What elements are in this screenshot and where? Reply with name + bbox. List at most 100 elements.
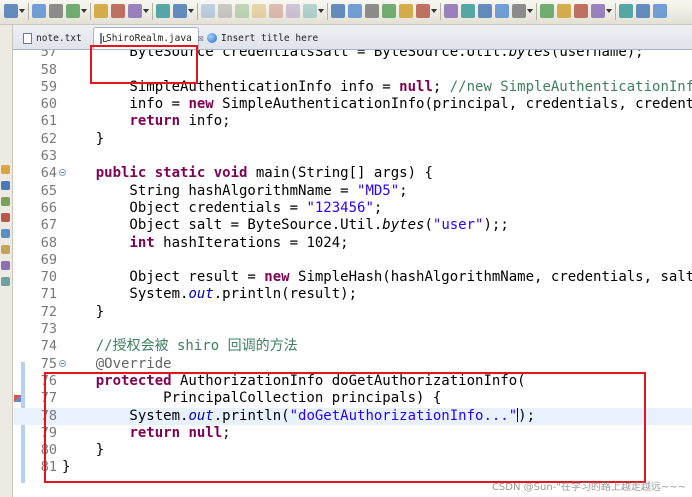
suspend-icon[interactable] bbox=[235, 4, 249, 18]
next-annotation-icon[interactable] bbox=[653, 4, 667, 18]
search-view-icon[interactable] bbox=[1, 261, 10, 270]
code-token: } bbox=[62, 130, 105, 147]
save-icon[interactable] bbox=[32, 4, 46, 18]
code-line[interactable]: 72 } bbox=[13, 304, 692, 321]
dropdown-arrow-icon[interactable] bbox=[143, 9, 149, 13]
dropdown-arrow-icon[interactable] bbox=[527, 9, 533, 13]
code-line[interactable]: 73 bbox=[13, 321, 692, 338]
terminate-icon[interactable] bbox=[252, 4, 266, 18]
redo-icon[interactable] bbox=[173, 4, 187, 18]
dropdown-arrow-icon[interactable] bbox=[188, 9, 194, 13]
code-line[interactable]: 64 public static void main(String[] args… bbox=[13, 165, 692, 182]
dropdown-arrow-icon[interactable] bbox=[19, 9, 25, 13]
code-line[interactable]: 67 Object salt = ByteSource.Util.bytes("… bbox=[13, 217, 692, 234]
line-number: 73 bbox=[40, 321, 57, 337]
external-tools-icon[interactable] bbox=[416, 4, 430, 18]
save-all-icon[interactable] bbox=[49, 4, 63, 18]
line-number: 81 bbox=[40, 459, 57, 476]
debug-icon[interactable] bbox=[365, 4, 379, 18]
code-line[interactable]: 80 } bbox=[13, 442, 692, 459]
servers-icon[interactable] bbox=[1, 229, 10, 238]
code-token: ; bbox=[399, 182, 408, 199]
line-number: 76 bbox=[40, 372, 57, 389]
code-line[interactable]: 57 ByteSource credentialsSalt = ByteSour… bbox=[13, 50, 692, 62]
dropdown-arrow-icon[interactable] bbox=[81, 9, 87, 13]
menu-dropdown-icon[interactable] bbox=[4, 4, 18, 18]
step-into-icon[interactable] bbox=[269, 4, 283, 18]
new-wizard-icon[interactable] bbox=[444, 4, 458, 18]
globe-icon bbox=[207, 33, 217, 43]
new-folder-icon[interactable] bbox=[574, 4, 588, 18]
code-line[interactable]: 59 SimpleAuthenticationInfo info = null;… bbox=[13, 79, 692, 96]
code-line[interactable]: 65 String hashAlgorithmName = "MD5"; bbox=[13, 183, 692, 200]
toolbar-separator bbox=[536, 3, 537, 20]
code-token: );; bbox=[483, 217, 509, 234]
code-line[interactable]: 66 Object credentials = "123456"; bbox=[13, 200, 692, 217]
tab-shirorealm-java[interactable]: ShiroRealm.java ☒ bbox=[93, 27, 204, 49]
print-icon[interactable] bbox=[66, 4, 80, 18]
code-line[interactable]: 77 PrincipalCollection principals) { bbox=[13, 390, 692, 407]
undo-icon[interactable] bbox=[156, 4, 170, 18]
resume-icon[interactable] bbox=[218, 4, 232, 18]
coverage-icon[interactable] bbox=[399, 4, 413, 18]
tab-note-txt[interactable]: note.txt bbox=[17, 27, 88, 49]
code-token: info = bbox=[62, 96, 189, 113]
code-line[interactable]: 70 Object result = new SimpleHash(hashAl… bbox=[13, 269, 692, 286]
outline-icon[interactable] bbox=[1, 181, 10, 190]
toolbar-separator bbox=[440, 3, 441, 20]
open-task-icon[interactable] bbox=[512, 4, 526, 18]
code-text: return info; bbox=[62, 113, 230, 130]
code-line[interactable]: 60 info = new SimpleAuthenticationInfo(p… bbox=[13, 96, 692, 113]
dropdown-arrow-icon[interactable] bbox=[318, 9, 324, 13]
code-line[interactable]: 63 bbox=[13, 148, 692, 165]
tasks-icon[interactable] bbox=[1, 245, 10, 254]
line-number: 58 bbox=[40, 61, 57, 78]
step-over-icon[interactable] bbox=[286, 4, 300, 18]
code-line[interactable]: 75 @Override bbox=[13, 356, 692, 373]
code-editor[interactable]: 57 ByteSource credentialsSalt = ByteSour… bbox=[13, 50, 692, 497]
watermark-text: CSDN @Sun-"在学习的路上越走越远~~~ bbox=[491, 482, 686, 493]
tab-insert-title-here[interactable]: Insert title here bbox=[201, 27, 324, 49]
new-server-icon[interactable] bbox=[382, 4, 396, 18]
console-icon[interactable] bbox=[1, 213, 10, 222]
build-icon[interactable] bbox=[331, 4, 345, 18]
toggle-mark-icon[interactable] bbox=[94, 4, 108, 18]
code-token: Object credentials = bbox=[62, 199, 307, 216]
progress-icon[interactable] bbox=[1, 277, 10, 286]
run-icon[interactable] bbox=[348, 4, 362, 18]
code-line[interactable]: 68 int hashIterations = 1024; bbox=[13, 235, 692, 252]
package-explorer-icon[interactable] bbox=[1, 165, 10, 174]
tab-label: note.txt bbox=[36, 32, 82, 44]
toggle-block-icon[interactable] bbox=[111, 4, 125, 18]
code-line[interactable]: 74 //授权会被 shiro 回调的方法 bbox=[13, 338, 692, 355]
code-line[interactable]: 81} bbox=[13, 459, 692, 476]
code-text: } bbox=[62, 459, 70, 476]
new-package-icon[interactable] bbox=[461, 4, 475, 18]
code-line[interactable]: 76 protected AuthorizationInfo doGetAuth… bbox=[13, 373, 692, 390]
show-whitespace-icon[interactable] bbox=[128, 4, 142, 18]
code-line[interactable]: 79 return null; bbox=[13, 425, 692, 442]
new-class-icon[interactable] bbox=[478, 4, 492, 18]
highlighter-icon[interactable] bbox=[636, 4, 650, 18]
code-line[interactable]: 69 bbox=[13, 252, 692, 269]
code-token: ); bbox=[518, 407, 536, 424]
code-line[interactable]: 62 } bbox=[13, 131, 692, 148]
dropdown-arrow-icon[interactable] bbox=[606, 9, 612, 13]
open-folder-icon[interactable] bbox=[557, 4, 571, 18]
back-icon[interactable] bbox=[201, 4, 215, 18]
code-line[interactable]: 58 bbox=[13, 62, 692, 79]
code-line[interactable]: 71 System.out.println(result); bbox=[13, 286, 692, 303]
problems-icon[interactable] bbox=[1, 197, 10, 206]
step-return-icon[interactable] bbox=[303, 4, 317, 18]
search-icon[interactable] bbox=[540, 4, 554, 18]
code-line[interactable]: 78 System.out.println("doGetAuthorizatio… bbox=[13, 407, 692, 425]
code-text: //授权会被 shiro 回调的方法 bbox=[62, 338, 298, 355]
line-number: 67 bbox=[40, 217, 57, 234]
light-bulb-icon[interactable] bbox=[619, 4, 633, 18]
code-token: main(String[] args) { bbox=[247, 165, 433, 182]
dropdown-arrow-icon[interactable] bbox=[431, 9, 437, 13]
code-line[interactable]: 61 return info; bbox=[13, 113, 692, 130]
open-type-icon[interactable] bbox=[495, 4, 509, 18]
pin-icon[interactable] bbox=[591, 4, 605, 18]
